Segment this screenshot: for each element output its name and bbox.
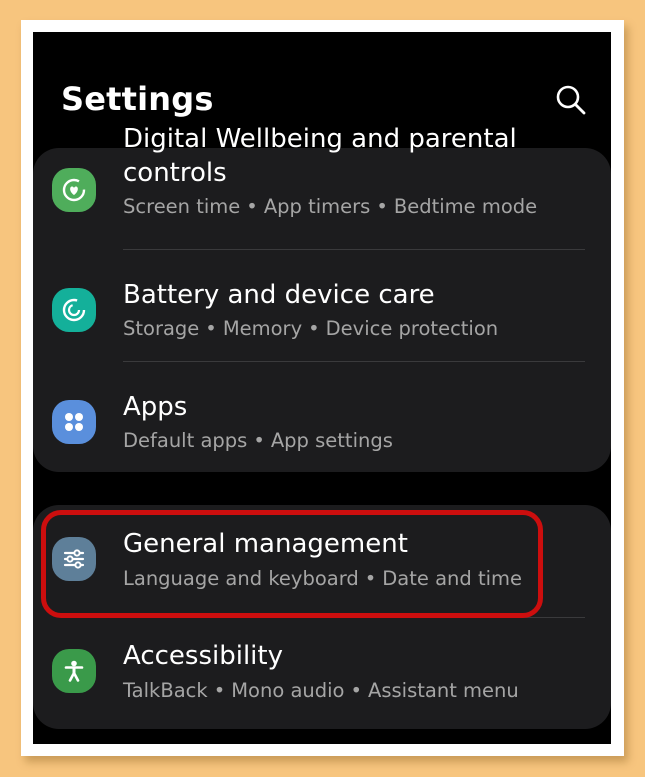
separator: • bbox=[376, 195, 388, 218]
sub-language-keyboard: Language and keyboard bbox=[123, 567, 359, 590]
item-subtitle: Language and keyboard • Date and time bbox=[123, 567, 522, 590]
settings-item-accessibility[interactable]: Accessibility TalkBack • Mono audio • Assist… bbox=[33, 617, 611, 729]
settings-group-2: General management Language and keyboard… bbox=[33, 505, 611, 729]
wellbeing-icon bbox=[52, 168, 96, 212]
separator: • bbox=[213, 679, 226, 702]
sub-app-settings: App settings bbox=[270, 429, 393, 452]
sub-storage: Storage bbox=[123, 317, 200, 340]
sub-mono-audio: Mono audio bbox=[231, 679, 345, 702]
settings-item-general-management[interactable]: General management Language and keyboard… bbox=[33, 505, 611, 617]
phone-screen: Settings Digital Wellbeing and parental … bbox=[33, 32, 611, 744]
item-title: Accessibility bbox=[123, 641, 283, 671]
sub-app-timers: App timers bbox=[263, 195, 371, 218]
settings-item-digital-wellbeing[interactable]: Digital Wellbeing and parental controls … bbox=[33, 124, 611, 246]
sub-bedtime-mode: Bedtime mode bbox=[393, 195, 538, 218]
item-subtitle: Storage • Memory • Device protection bbox=[123, 317, 498, 340]
item-title: General management bbox=[123, 529, 408, 559]
sub-device-protection: Device protection bbox=[325, 317, 499, 340]
separator: • bbox=[246, 195, 258, 218]
divider bbox=[123, 361, 585, 362]
divider bbox=[123, 249, 585, 250]
page-title: Settings bbox=[61, 80, 214, 118]
separator: • bbox=[308, 317, 320, 340]
sub-default-apps: Default apps bbox=[123, 429, 248, 452]
settings-group-1: Digital Wellbeing and parental controls … bbox=[33, 124, 611, 472]
search-icon bbox=[556, 85, 586, 115]
general-management-icon bbox=[52, 537, 96, 581]
settings-item-apps[interactable]: Apps Default apps • App settings bbox=[33, 370, 611, 482]
item-subtitle: Default apps • App settings bbox=[123, 429, 393, 452]
separator: • bbox=[253, 429, 265, 452]
sub-assistant-menu: Assistant menu bbox=[368, 679, 519, 702]
accessibility-icon bbox=[52, 649, 96, 693]
separator: • bbox=[364, 567, 377, 590]
sub-screen-time: Screen time bbox=[123, 195, 241, 218]
sub-memory: Memory bbox=[222, 317, 303, 340]
sub-date-time: Date and time bbox=[382, 567, 523, 590]
settings-item-battery-device-care[interactable]: Battery and device care Storage • Memory • D… bbox=[33, 258, 611, 370]
item-subtitle: TalkBack • Mono audio • Assistant menu bbox=[123, 679, 519, 702]
sub-talkback: TalkBack bbox=[123, 679, 208, 702]
battery-care-icon bbox=[52, 288, 96, 332]
search-button[interactable] bbox=[553, 82, 589, 118]
item-subtitle: Screen time • App timers • Bedtime mode bbox=[123, 195, 537, 218]
separator: • bbox=[205, 317, 217, 340]
separator: • bbox=[350, 679, 362, 702]
apps-icon bbox=[52, 400, 96, 444]
item-title: Apps bbox=[123, 392, 188, 422]
item-title: Battery and device care bbox=[123, 280, 435, 310]
item-title: controls bbox=[123, 158, 227, 188]
item-title-top: Digital Wellbeing and parental bbox=[123, 124, 517, 154]
